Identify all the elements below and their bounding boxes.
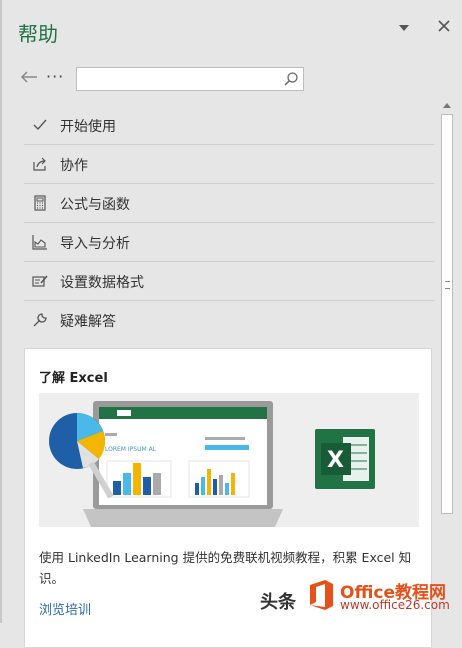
- watermark-text: 头条: [260, 592, 296, 613]
- chart-icon: [32, 235, 47, 250]
- topic-label: 导入与分析: [60, 236, 130, 252]
- help-topics-list: 开始使用 协作 公式与函数 导入与分析 设置数据格式 疑难解答: [24, 106, 434, 339]
- scrollbar-grip: [445, 281, 450, 289]
- more-button[interactable]: ···: [46, 68, 66, 90]
- chevron-down-icon: [399, 25, 409, 31]
- close-icon: [438, 20, 450, 32]
- training-banner-image[interactable]: LOREM IPSUM AL X: [39, 393, 419, 527]
- topic-format-data[interactable]: 设置数据格式: [24, 262, 434, 301]
- pane-title: 帮助: [18, 22, 58, 46]
- browse-training-link[interactable]: 浏览培训: [39, 599, 91, 618]
- topic-label: 公式与函数: [60, 197, 130, 213]
- checkmark-icon: [33, 119, 47, 131]
- topic-label: 设置数据格式: [60, 275, 144, 291]
- search-input[interactable]: [81, 69, 285, 91]
- close-button[interactable]: [434, 18, 454, 38]
- arrow-left-icon: [20, 71, 37, 83]
- scroll-up-icon[interactable]: [442, 100, 452, 110]
- card-title: 了解 Excel: [39, 371, 108, 386]
- vertical-scrollbar[interactable]: [439, 98, 455, 623]
- banner-heading: LOREM IPSUM AL: [105, 446, 157, 453]
- topic-label: 开始使用: [60, 119, 116, 135]
- watermark-url: www.office26.com: [340, 598, 450, 612]
- pane-options-button[interactable]: [394, 18, 414, 38]
- topic-label: 疑难解答: [60, 314, 116, 330]
- share-icon: [33, 157, 46, 171]
- calculator-icon: [34, 195, 46, 211]
- office-logo-icon: [310, 580, 333, 610]
- topic-formulas[interactable]: 公式与函数: [24, 184, 434, 223]
- scrollbar-thumb[interactable]: [441, 114, 453, 514]
- wrench-icon: [33, 313, 47, 327]
- svg-text:X: X: [327, 448, 344, 473]
- pane-left-border: [0, 0, 2, 623]
- topic-label: 协作: [60, 158, 88, 174]
- watermark: 头条 Office教程网 www.office26.com: [260, 576, 460, 616]
- back-button[interactable]: [20, 68, 42, 90]
- topic-get-started[interactable]: 开始使用: [24, 106, 434, 145]
- topic-troubleshoot[interactable]: 疑难解答: [24, 301, 434, 339]
- laptop-illustration: LOREM IPSUM AL X: [39, 393, 419, 527]
- topic-collaborate[interactable]: 协作: [24, 145, 434, 184]
- search-box[interactable]: [76, 67, 304, 91]
- help-pane: 帮助 ··· 开始使用 协作 公式与函数 导入与分析 设置数据格式 疑难解答 了…: [0, 0, 462, 648]
- format-icon: [32, 275, 48, 287]
- topic-import-analyze[interactable]: 导入与分析: [24, 223, 434, 262]
- search-icon[interactable]: [283, 71, 299, 87]
